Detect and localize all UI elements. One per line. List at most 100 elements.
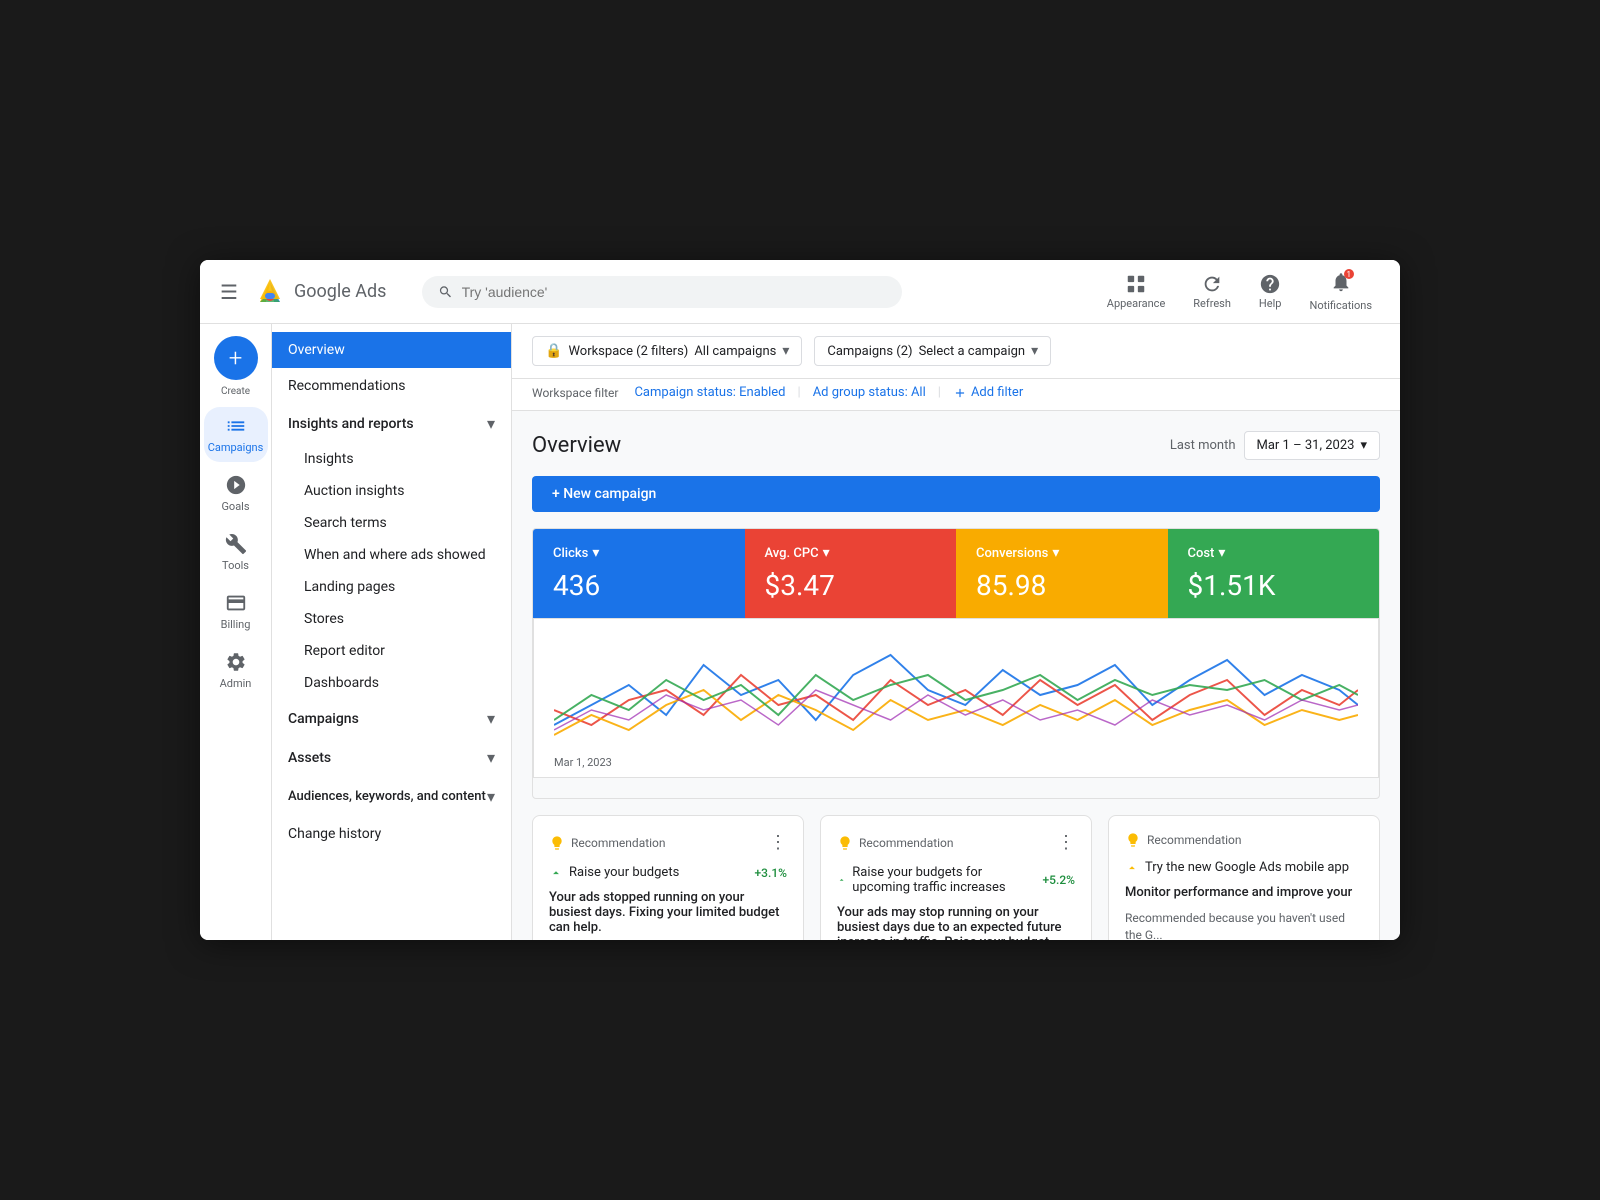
metric-clicks[interactable]: Clicks ▾ 436 bbox=[533, 529, 745, 618]
workspace-filter-dropdown[interactable]: 🔒 Workspace (2 filters) All campaigns ▾ bbox=[532, 336, 802, 366]
rec-sub-3: Recommended because you haven't used the… bbox=[1125, 910, 1363, 940]
nav-change-history[interactable]: Change history bbox=[272, 816, 511, 852]
tools-label: Tools bbox=[222, 559, 249, 572]
lock-icon: 🔒 bbox=[545, 343, 562, 359]
main-content: 🔒 Workspace (2 filters) All campaigns ▾ … bbox=[512, 324, 1400, 940]
new-campaign-button[interactable]: + New campaign bbox=[532, 476, 1380, 512]
search-input-wrap[interactable] bbox=[422, 276, 902, 308]
nav-search-terms[interactable]: Search terms bbox=[272, 507, 511, 539]
change-history-label: Change history bbox=[288, 826, 381, 842]
add-filter-icon bbox=[953, 386, 967, 400]
campaigns-filter-label: Campaigns (2) bbox=[827, 344, 912, 359]
rec-type-2: Recommendation bbox=[859, 836, 954, 850]
date-range-button[interactable]: Mar 1 – 31, 2023 ▾ bbox=[1244, 431, 1381, 460]
metric-conversions[interactable]: Conversions ▾ 85.98 bbox=[956, 529, 1168, 618]
all-campaigns-label: All campaigns bbox=[694, 344, 776, 359]
sidebar-nav: Overview Recommendations Insights and re… bbox=[272, 324, 512, 940]
overview-label: Overview bbox=[288, 342, 345, 358]
nav-insights[interactable]: Insights bbox=[272, 443, 511, 475]
workspace-chevron: ▾ bbox=[782, 343, 789, 359]
rec-boost-icon-1 bbox=[549, 866, 563, 880]
campaign-status-chip[interactable]: Campaign status: Enabled bbox=[634, 385, 785, 400]
clicks-value: 436 bbox=[553, 569, 725, 602]
filter-bar: 🔒 Workspace (2 filters) All campaigns ▾ … bbox=[512, 324, 1400, 379]
chart-area: Mar 1, 2023 bbox=[533, 618, 1379, 778]
tools-icon bbox=[225, 533, 247, 555]
create-button[interactable]: + bbox=[214, 336, 258, 380]
overview-area: Overview Last month Mar 1 – 31, 2023 ▾ +… bbox=[512, 411, 1400, 799]
sidebar-admin[interactable]: Admin bbox=[204, 643, 268, 698]
campaigns-section-label: Campaigns bbox=[288, 711, 359, 727]
cost-dropdown-icon: ▾ bbox=[1218, 545, 1225, 561]
metric-avg-cpc[interactable]: Avg. CPC ▾ $3.47 bbox=[745, 529, 957, 618]
active-filters: Workspace filter Campaign status: Enable… bbox=[512, 379, 1400, 411]
campaigns-filter-dropdown[interactable]: Campaigns (2) Select a campaign ▾ bbox=[814, 336, 1051, 366]
metrics-row: Clicks ▾ 436 Avg. CPC ▾ $3.47 bbox=[533, 529, 1379, 618]
campaigns-filter-chevron: ▾ bbox=[1031, 343, 1038, 359]
cost-value: $1.51K bbox=[1188, 569, 1360, 602]
nav-recommendations[interactable]: Recommendations bbox=[272, 368, 511, 404]
workspace-filter-text: Workspace filter bbox=[532, 386, 618, 400]
billing-icon bbox=[225, 592, 247, 614]
clicks-dropdown-icon: ▾ bbox=[592, 545, 599, 561]
google-ads-logo: Google Ads bbox=[254, 276, 386, 308]
billing-label: Billing bbox=[221, 618, 251, 631]
nav-dashboards[interactable]: Dashboards bbox=[272, 667, 511, 699]
nav-overview[interactable]: Overview bbox=[272, 332, 511, 368]
insights-chevron: ▾ bbox=[487, 414, 495, 433]
search-input[interactable] bbox=[462, 284, 887, 300]
refresh-action[interactable]: Refresh bbox=[1181, 267, 1243, 316]
rec-bulb-icon-3 bbox=[1125, 832, 1141, 848]
help-action[interactable]: Help bbox=[1247, 267, 1294, 316]
add-filter-button[interactable]: Add filter bbox=[953, 385, 1023, 400]
insights-section-label: Insights and reports bbox=[288, 416, 414, 432]
help-icon bbox=[1259, 273, 1281, 295]
nav-audiences-section[interactable]: Audiences, keywords, and content ▾ bbox=[272, 777, 511, 816]
nav-when-where[interactable]: When and where ads showed bbox=[272, 539, 511, 571]
metric-cost[interactable]: Cost ▾ $1.51K bbox=[1168, 529, 1380, 618]
sidebar-tools[interactable]: Tools bbox=[204, 525, 268, 580]
audiences-chevron: ▾ bbox=[487, 787, 495, 806]
select-campaign-label: Select a campaign bbox=[919, 344, 1026, 359]
rec-header-2: Recommendation ⋮ bbox=[837, 832, 1075, 853]
rec-label-2: Recommendation bbox=[837, 835, 954, 851]
rec-badge-2: +5.2% bbox=[1043, 873, 1075, 887]
notification-badge: 1 bbox=[1344, 269, 1354, 279]
nav-landing-pages[interactable]: Landing pages bbox=[272, 571, 511, 603]
sidebar-billing[interactable]: Billing bbox=[204, 584, 268, 639]
appearance-action[interactable]: Appearance bbox=[1095, 267, 1178, 316]
rec-label-3: Recommendation bbox=[1125, 832, 1242, 848]
google-ads-logo-icon bbox=[254, 276, 286, 308]
campaigns-chevron: ▾ bbox=[487, 709, 495, 728]
rec-card-2: Recommendation ⋮ Raise your budgets for … bbox=[820, 815, 1092, 940]
nav-assets-section[interactable]: Assets ▾ bbox=[272, 738, 511, 777]
rec-card-3: Recommendation Try the new Google Ads mo… bbox=[1108, 815, 1380, 940]
main-body: + Create Campaigns Goals Tools bbox=[200, 324, 1400, 940]
overview-header: Overview Last month Mar 1 – 31, 2023 ▾ bbox=[532, 431, 1380, 460]
nav-stores[interactable]: Stores bbox=[272, 603, 511, 635]
date-range-prefix: Last month bbox=[1170, 438, 1236, 453]
logo-text: Google Ads bbox=[294, 281, 386, 302]
sidebar-campaigns[interactable]: Campaigns bbox=[204, 407, 268, 462]
avg-cpc-label: Avg. CPC bbox=[765, 546, 819, 561]
performance-chart bbox=[554, 635, 1358, 755]
rec-boost-2: Raise your budgets for upcoming traffic … bbox=[837, 865, 1075, 895]
campaigns-icon bbox=[225, 415, 247, 437]
rec-label-1: Recommendation bbox=[549, 835, 666, 851]
sidebar-goals[interactable]: Goals bbox=[204, 466, 268, 521]
create-label: Create bbox=[221, 386, 250, 397]
menu-icon[interactable]: ☰ bbox=[216, 276, 242, 308]
nav-insights-section[interactable]: Insights and reports ▾ bbox=[272, 404, 511, 443]
goals-icon bbox=[225, 474, 247, 496]
campaigns-label: Campaigns bbox=[208, 441, 264, 454]
rec-menu-2[interactable]: ⋮ bbox=[1057, 832, 1075, 853]
conversions-value: 85.98 bbox=[976, 569, 1148, 602]
notifications-action[interactable]: 1 Notifications bbox=[1297, 265, 1384, 318]
appearance-icon bbox=[1125, 273, 1147, 295]
rec-menu-1[interactable]: ⋮ bbox=[769, 832, 787, 853]
ad-group-status-chip[interactable]: Ad group status: All bbox=[813, 385, 926, 400]
nav-campaigns-section[interactable]: Campaigns ▾ bbox=[272, 699, 511, 738]
nav-report-editor[interactable]: Report editor bbox=[272, 635, 511, 667]
rec-phone-icon bbox=[1125, 861, 1139, 875]
nav-auction-insights[interactable]: Auction insights bbox=[272, 475, 511, 507]
